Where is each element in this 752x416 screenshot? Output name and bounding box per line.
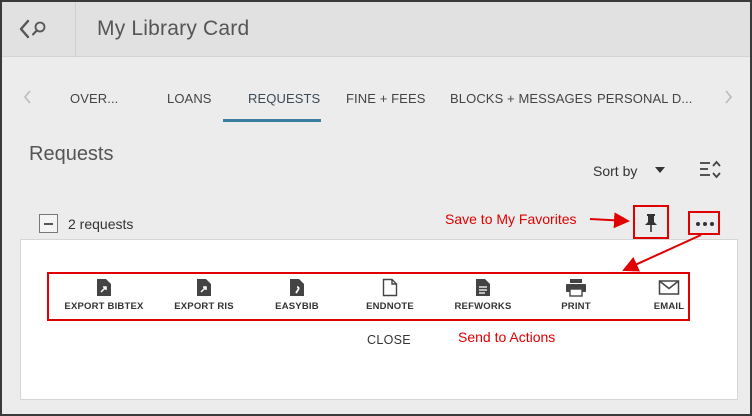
easybib-icon xyxy=(290,279,304,296)
tab-fine-fees[interactable]: FINE + FEES xyxy=(346,91,425,106)
tab-bar: OVER... LOANS REQUESTS FINE + FEES BLOCK… xyxy=(2,75,750,122)
tab-requests[interactable]: REQUESTS xyxy=(248,91,320,106)
annotation-save-favorites: Save to My Favorites xyxy=(445,211,577,227)
tab-scroll-left-icon[interactable] xyxy=(22,89,34,105)
active-tab-indicator xyxy=(223,119,321,122)
action-refworks[interactable]: REFWORKS xyxy=(433,278,533,312)
action-email[interactable]: EMAIL xyxy=(619,278,719,312)
tab-blocks-messages[interactable]: BLOCKS + MESSAGES xyxy=(450,91,592,106)
email-icon xyxy=(658,280,680,295)
action-export-bibtex[interactable]: EXPORT BIBTEX xyxy=(54,278,154,312)
tab-overview[interactable]: OVER... xyxy=(70,91,118,106)
action-print[interactable]: PRINT xyxy=(526,278,626,312)
endnote-icon xyxy=(382,278,398,297)
pin-favorites-button[interactable] xyxy=(633,205,669,239)
header-bar: My Library Card xyxy=(2,2,750,57)
sort-dropdown-icon[interactable] xyxy=(654,166,666,174)
tab-scroll-right-icon[interactable] xyxy=(722,89,734,105)
tab-personal-details[interactable]: PERSONAL D... xyxy=(597,91,692,106)
tab-loans[interactable]: LOANS xyxy=(167,91,212,106)
refworks-icon xyxy=(476,279,490,296)
back-search-icon xyxy=(19,19,46,39)
annotation-send-to-actions: Send to Actions xyxy=(458,329,556,345)
more-icon xyxy=(696,222,714,226)
export-ris-icon xyxy=(197,279,211,296)
action-easybib[interactable]: EASYBIB xyxy=(247,278,347,312)
page-title: My Library Card xyxy=(97,17,250,40)
screenshot-frame: My Library Card OVER... LOANS REQUESTS F… xyxy=(0,0,752,416)
pin-icon xyxy=(645,214,657,232)
more-actions-button[interactable] xyxy=(688,211,720,235)
arrow-to-pin xyxy=(589,212,630,229)
action-endnote[interactable]: ENDNOTE xyxy=(340,278,440,312)
action-export-ris[interactable]: EXPORT RIS xyxy=(154,278,254,312)
export-bibtex-icon xyxy=(97,279,111,296)
requests-count: 2 requests xyxy=(68,216,134,232)
print-icon xyxy=(566,279,586,297)
back-search-button[interactable] xyxy=(2,2,76,57)
collapse-checkbox[interactable] xyxy=(39,214,58,233)
sort-by-label[interactable]: Sort by xyxy=(593,163,637,179)
section-title: Requests xyxy=(29,143,114,165)
sort-order-icon[interactable] xyxy=(698,158,722,182)
close-button[interactable]: CLOSE xyxy=(367,333,411,347)
